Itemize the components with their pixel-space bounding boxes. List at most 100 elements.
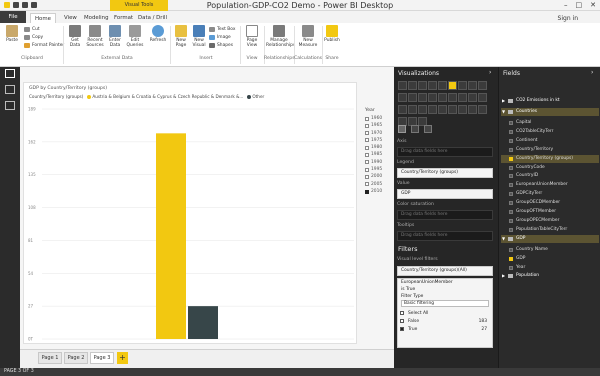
refresh-button[interactable]: Refresh (148, 25, 168, 43)
checkbox[interactable] (509, 256, 513, 261)
checkbox[interactable] (365, 167, 369, 172)
checkbox[interactable] (365, 174, 369, 179)
stacked-area-chart-icon[interactable] (478, 81, 487, 90)
line-column-chart-icon[interactable] (398, 93, 407, 102)
report-view-icon[interactable] (5, 69, 15, 78)
line-clustered-chart-icon[interactable] (408, 93, 417, 102)
new-page-button[interactable]: New Page (173, 25, 189, 48)
recent-sources-button[interactable]: Recent Sources (85, 25, 105, 48)
checkbox[interactable] (365, 189, 369, 194)
tab-modeling[interactable]: Modeling (80, 13, 113, 23)
slicer-chart-icon[interactable] (458, 105, 467, 114)
card-chart-icon[interactable] (438, 105, 447, 114)
cut-button[interactable]: Cut (24, 26, 40, 33)
matrix-chart-icon[interactable] (478, 105, 487, 114)
page-tab[interactable]: Page 3 (90, 352, 114, 364)
stacked-column-chart-icon[interactable] (408, 81, 417, 90)
checkbox[interactable] (365, 131, 369, 136)
relationships-view-icon[interactable] (5, 101, 15, 110)
checkbox[interactable] (509, 156, 513, 161)
page-view-button[interactable]: Page View (243, 25, 261, 48)
field-item[interactable]: Country/Territory (groups) (501, 154, 599, 163)
ribbon-chart-icon[interactable] (418, 93, 427, 102)
manage-relationships-button[interactable]: Manage Relationships (266, 25, 295, 48)
slicer-item[interactable]: 2000 (365, 173, 395, 180)
slicer-item[interactable]: 1990 (365, 159, 395, 166)
field-item[interactable]: GDPCityTerr (501, 190, 599, 198)
treemap-chart-icon[interactable] (468, 93, 477, 102)
funnel-chart-icon[interactable] (408, 105, 417, 114)
analytics-magnifier-icon[interactable] (424, 125, 432, 133)
checkbox[interactable] (509, 247, 513, 252)
slicer-item[interactable]: 1975 (365, 137, 395, 144)
slicer-item[interactable]: 1960 (365, 115, 395, 122)
tab-file[interactable]: File (0, 11, 26, 23)
field-item[interactable]: Continent (501, 137, 599, 145)
checkbox[interactable] (509, 201, 513, 206)
checkbox[interactable] (400, 319, 404, 323)
bar-other[interactable] (188, 306, 218, 339)
page-tab[interactable]: Page 1 (38, 352, 62, 364)
chevron-down-icon[interactable]: ▼ (502, 235, 505, 243)
slicer-item[interactable]: 2005 (365, 181, 395, 188)
chevron-right-icon[interactable]: ▶ (502, 97, 505, 105)
field-table[interactable]: ▶ CO2 Emissions in kt (501, 97, 599, 105)
filled-map-chart-icon[interactable] (398, 105, 407, 114)
area-chart-icon[interactable] (468, 81, 477, 90)
field-item[interactable]: GroupOECDMember (501, 199, 599, 207)
gauge-chart-icon[interactable] (418, 105, 427, 114)
donut-chart-icon[interactable] (458, 93, 467, 102)
checkbox[interactable] (400, 327, 404, 331)
checkbox[interactable] (400, 311, 404, 315)
collapse-chevron-icon[interactable]: › (489, 69, 491, 76)
checkbox[interactable] (365, 123, 369, 128)
slicer-item[interactable]: 1965 (365, 122, 395, 129)
checkbox[interactable] (509, 192, 513, 197)
slicer-item[interactable]: 2010 (365, 188, 395, 195)
slicer-item[interactable]: 1970 (365, 130, 395, 137)
slicer-item[interactable]: 1980 (365, 144, 395, 151)
image-button[interactable]: Image (209, 34, 231, 41)
100-column-chart-icon[interactable] (448, 81, 457, 90)
field-item[interactable]: GroupOPECMember (501, 217, 599, 225)
field-item[interactable]: CountryID (501, 172, 599, 180)
checkbox[interactable] (365, 160, 369, 165)
field-item[interactable]: Country Name (501, 246, 599, 254)
clustered-bar-chart-icon[interactable] (418, 81, 427, 90)
slicer-item[interactable]: 1995 (365, 166, 395, 173)
field-item[interactable]: Country/Territory (501, 146, 599, 154)
new-measure-button[interactable]: New Measure (297, 25, 319, 48)
data-view-icon[interactable] (5, 85, 15, 94)
add-page-button[interactable]: + (117, 352, 128, 364)
shapes-button[interactable]: Shapes (209, 42, 233, 49)
stacked-bar-chart-icon[interactable] (398, 81, 407, 90)
map-chart-icon[interactable] (478, 93, 487, 102)
axis-well[interactable]: Drag data fields here (397, 147, 493, 157)
checkbox[interactable] (509, 265, 513, 270)
format-paint-roller-icon[interactable] (411, 125, 419, 133)
checkbox[interactable] (509, 138, 513, 143)
enter-data-button[interactable]: Enter Data (107, 25, 123, 48)
chevron-right-icon[interactable]: ▶ (502, 272, 505, 280)
collapse-chevron-icon[interactable]: › (591, 69, 593, 76)
pie-chart-icon[interactable] (448, 93, 457, 102)
checkbox[interactable] (509, 129, 513, 134)
field-table[interactable]: ▶ Population (501, 272, 599, 280)
fields-section-icon[interactable] (398, 125, 406, 133)
filter-option-false[interactable]: False 183 (397, 318, 493, 325)
filter-type-dropdown[interactable]: Basic filtering (401, 300, 489, 307)
maximize-icon[interactable]: □ (576, 1, 583, 9)
scatter-chart-icon[interactable] (438, 93, 447, 102)
field-item[interactable]: GDP (501, 255, 599, 263)
minimize-icon[interactable]: – (564, 1, 568, 9)
edit-queries-button[interactable]: Edit Queries (125, 25, 145, 48)
waterfall-chart-icon[interactable] (428, 93, 437, 102)
checkbox[interactable] (509, 210, 513, 214)
field-table[interactable]: ▼ GDP (501, 234, 599, 243)
tab-format[interactable]: Format (110, 13, 137, 23)
format-painter-button[interactable]: Format Painter (24, 42, 64, 49)
tab-data-drill[interactable]: Data / Drill (134, 13, 171, 23)
100-bar-chart-icon[interactable] (438, 81, 447, 90)
new-visual-button[interactable]: New Visual (191, 25, 207, 48)
field-table[interactable]: ▼ Countries (501, 108, 599, 116)
